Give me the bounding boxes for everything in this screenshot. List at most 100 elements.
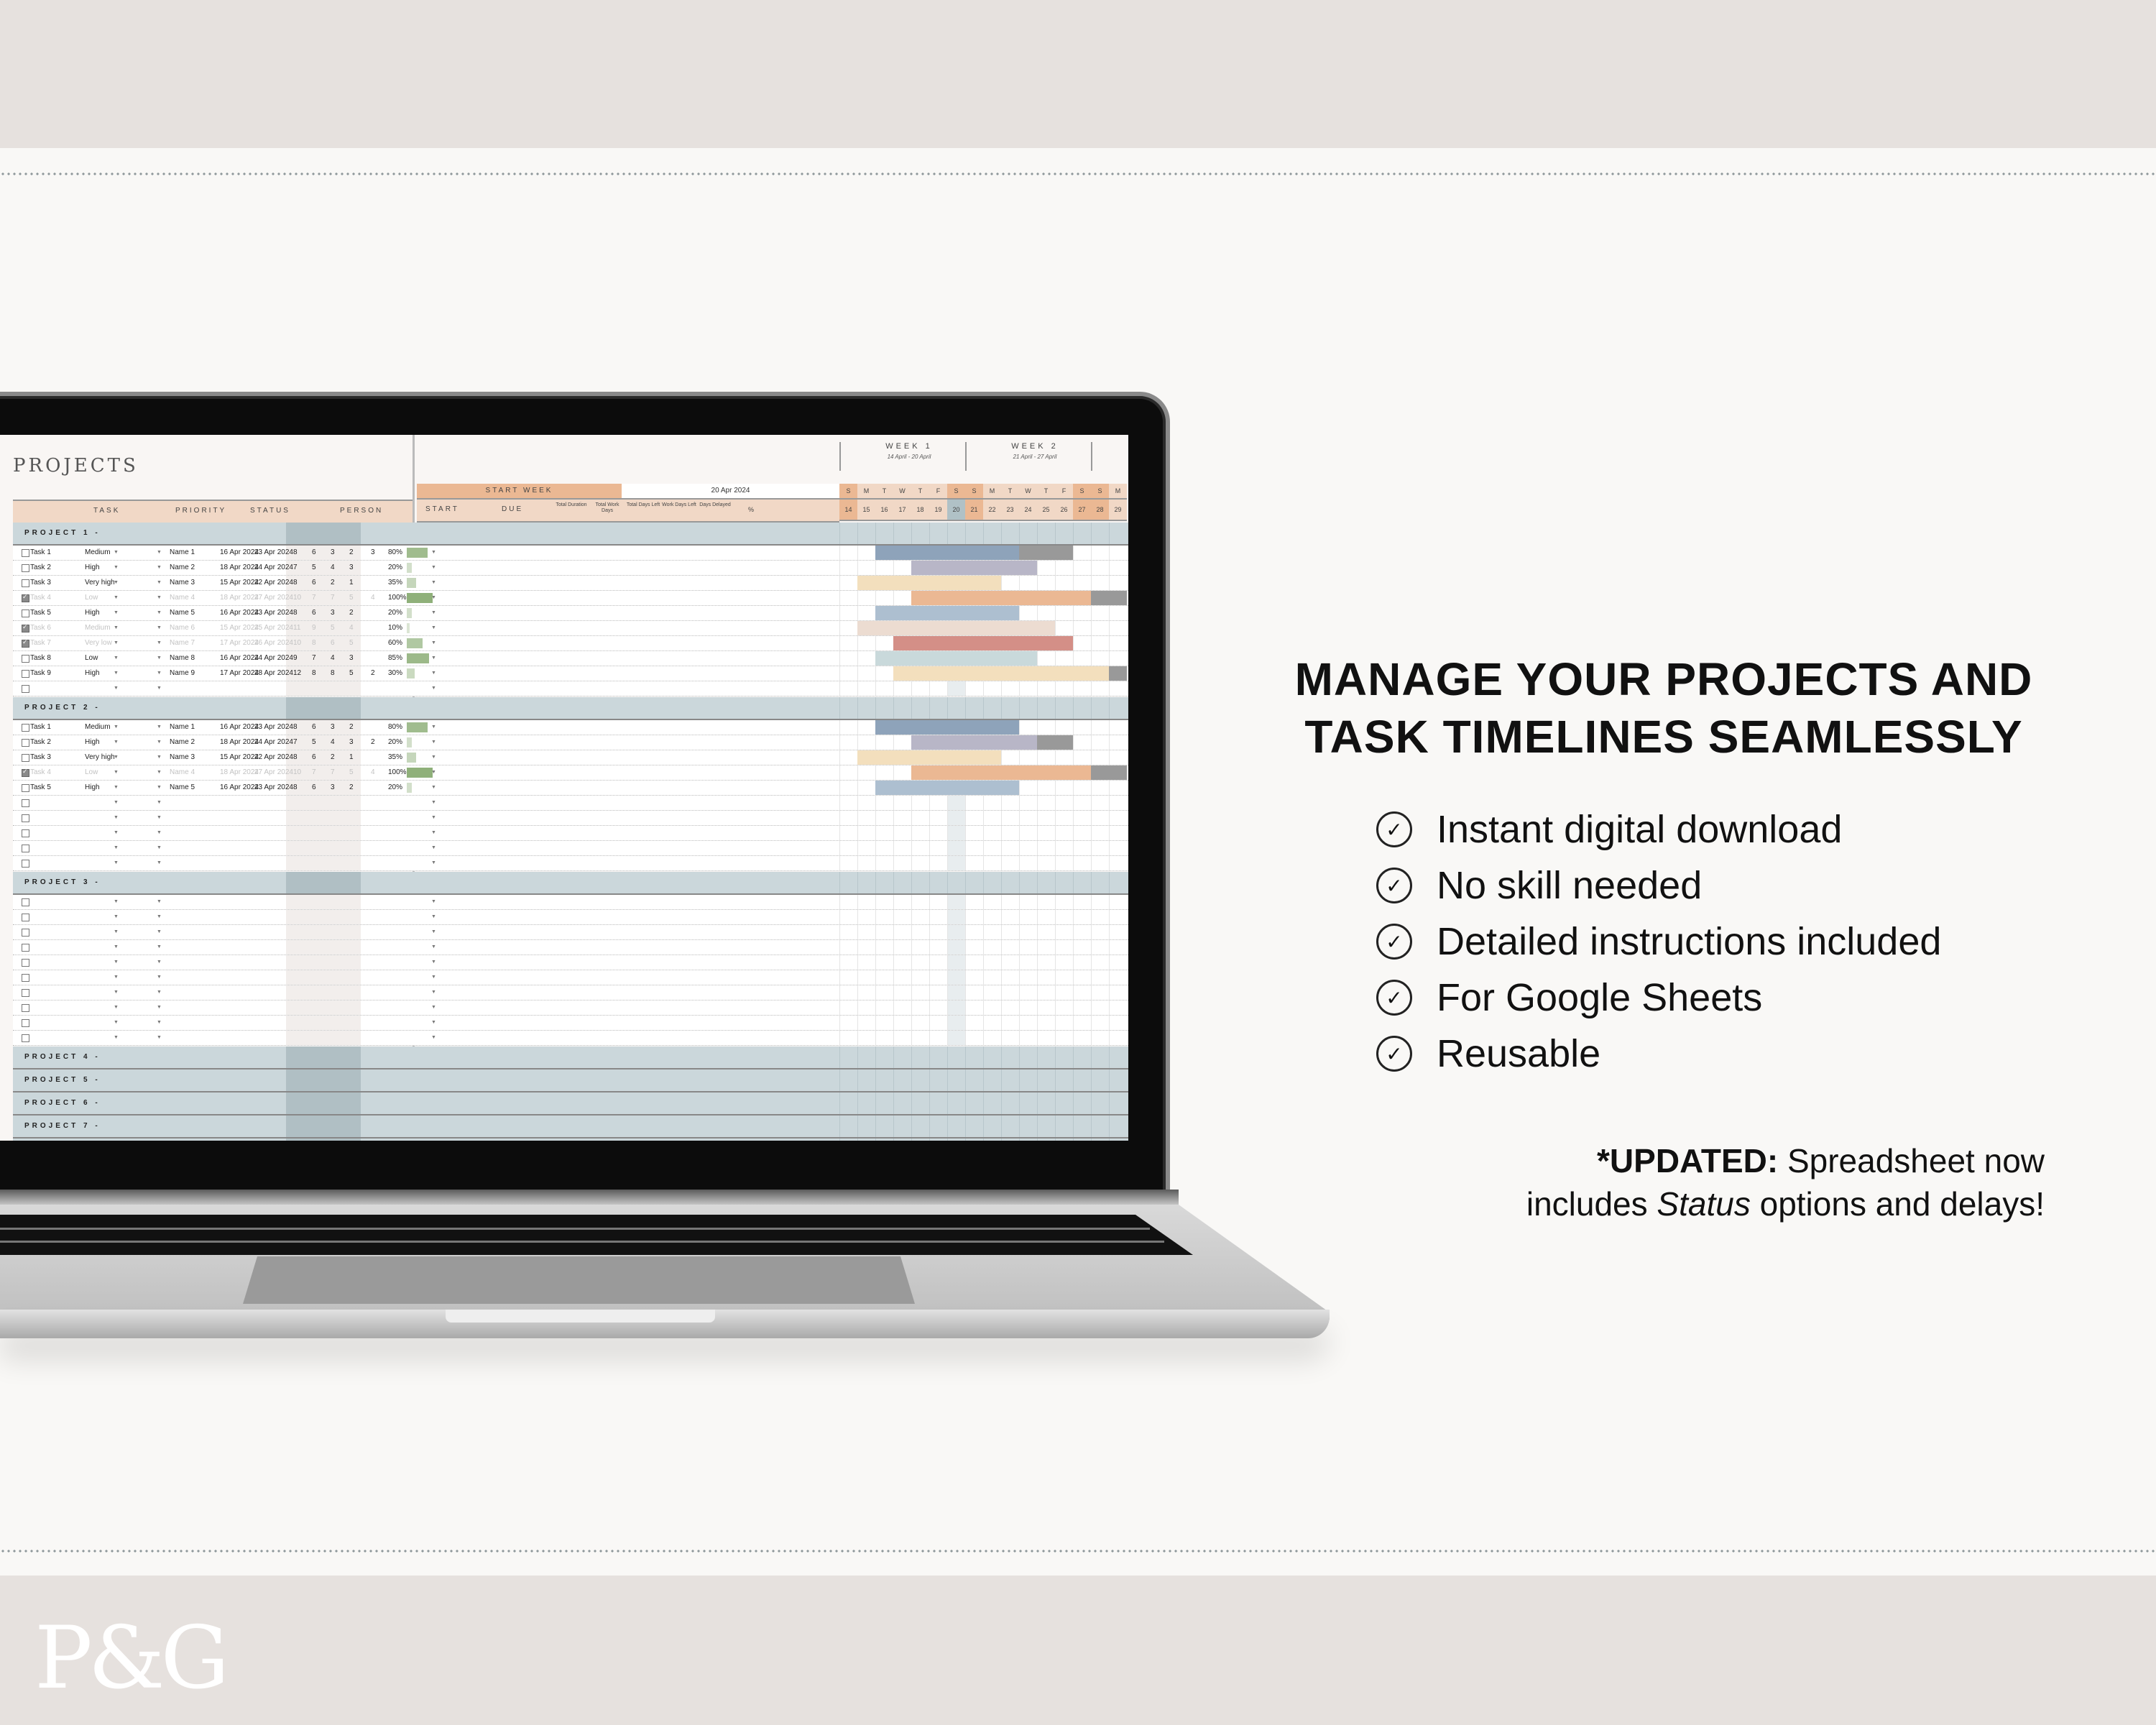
done-checkbox[interactable] [22,814,29,822]
total-duration[interactable]: 8 [293,750,298,765]
priority-value[interactable]: Very low [85,636,112,650]
total-days-left[interactable]: 7 [331,591,335,605]
priority-dropdown-icon[interactable]: ▼ [114,826,119,840]
status-dropdown-icon[interactable]: ▼ [157,796,162,810]
done-checkbox[interactable] [22,739,29,747]
status-dropdown-icon[interactable]: ▼ [157,895,162,909]
due-date[interactable]: 24 Apr 2024 [254,735,293,750]
task-name[interactable]: Task 1 [30,546,51,560]
task-name[interactable]: Task 3 [30,750,51,765]
done-checkbox[interactable] [22,754,29,762]
col-due[interactable]: DUE [502,506,523,513]
gantt-task-bar[interactable] [875,546,1019,560]
status-dropdown-icon[interactable]: ▼ [157,606,162,620]
priority-dropdown-icon[interactable]: ▼ [114,781,119,795]
done-checkbox[interactable] [22,784,29,792]
total-days-left[interactable]: 3 [331,606,335,620]
due-date[interactable]: 23 Apr 2024 [254,720,293,735]
total-duration[interactable]: 7 [293,561,298,575]
total-duration[interactable]: 8 [293,720,298,735]
percent-complete[interactable]: 35% [388,576,402,590]
due-date[interactable]: 23 Apr 2024 [254,781,293,795]
work-days-left[interactable]: 5 [349,591,354,605]
gantt-task-bar[interactable] [893,666,1109,681]
row-menu-icon[interactable]: ▼ [431,735,436,750]
person-name[interactable]: Name 9 [170,666,195,681]
row-menu-icon[interactable]: ▼ [431,910,436,924]
done-checkbox[interactable] [22,549,29,557]
done-checkbox[interactable] [22,829,29,837]
row-menu-icon[interactable]: ▼ [431,606,436,620]
task-name[interactable]: Task 8 [30,651,51,666]
day-number[interactable]: 26 [1055,498,1073,521]
priority-dropdown-icon[interactable]: ▼ [114,591,119,605]
col-task[interactable]: TASK [93,507,120,515]
status-dropdown-icon[interactable]: ▼ [157,591,162,605]
row-menu-icon[interactable]: ▼ [431,955,436,970]
done-checkbox[interactable] [22,1004,29,1012]
priority-dropdown-icon[interactable]: ▼ [114,796,119,810]
day-number[interactable]: 19 [929,498,947,521]
status-dropdown-icon[interactable]: ▼ [157,856,162,870]
status-dropdown-icon[interactable]: ▼ [157,1000,162,1015]
total-days-left[interactable]: 4 [331,561,335,575]
start-date[interactable]: 18 Apr 2024 [220,765,259,780]
start-date[interactable]: 17 Apr 2024 [220,666,259,681]
done-checkbox[interactable] [22,685,29,693]
priority-dropdown-icon[interactable]: ▼ [114,546,119,560]
status-dropdown-icon[interactable]: ▼ [157,925,162,939]
work-days-left[interactable]: 5 [349,636,354,650]
day-number[interactable]: 14 [839,498,857,521]
total-duration[interactable]: 8 [293,546,298,560]
work-days-left[interactable]: 3 [349,651,354,666]
priority-dropdown-icon[interactable]: ▼ [114,765,119,780]
priority-value[interactable]: High [85,735,100,750]
priority-dropdown-icon[interactable]: ▼ [114,940,119,954]
priority-value[interactable]: Low [85,651,98,666]
row-menu-icon[interactable]: ▼ [431,561,436,575]
status-dropdown-icon[interactable]: ▼ [157,811,162,825]
priority-dropdown-icon[interactable]: ▼ [114,681,119,696]
day-number[interactable]: 27 [1073,498,1091,521]
priority-dropdown-icon[interactable]: ▼ [114,856,119,870]
priority-dropdown-icon[interactable]: ▼ [114,1016,119,1030]
total-work-days[interactable]: 7 [312,651,316,666]
project-header-row[interactable]: PROJECT 4 - [13,1046,1128,1070]
total-work-days[interactable]: 6 [312,576,316,590]
person-name[interactable]: Name 4 [170,765,195,780]
status-dropdown-icon[interactable]: ▼ [157,651,162,666]
row-menu-icon[interactable]: ▼ [431,826,436,840]
row-menu-icon[interactable]: ▼ [431,985,436,1000]
row-menu-icon[interactable]: ▼ [431,895,436,909]
status-dropdown-icon[interactable]: ▼ [157,636,162,650]
status-dropdown-icon[interactable]: ▼ [157,750,162,765]
days-delayed[interactable]: 4 [371,591,375,605]
row-menu-icon[interactable]: ▼ [431,856,436,870]
done-checkbox[interactable] [22,623,29,632]
col-total-days-left[interactable]: Total Days Left [625,502,661,508]
status-dropdown-icon[interactable]: ▼ [157,1016,162,1030]
status-dropdown-icon[interactable]: ▼ [157,841,162,855]
total-duration[interactable]: 9 [293,651,298,666]
task-name[interactable]: Task 6 [30,621,51,635]
percent-complete[interactable]: 10% [388,621,402,635]
total-work-days[interactable]: 7 [312,765,316,780]
project-header-row[interactable]: PROJECT 7 - [13,1116,1128,1138]
day-number[interactable]: 28 [1091,498,1109,521]
work-days-left[interactable]: 1 [349,750,354,765]
due-date[interactable]: 25 Apr 2024 [254,621,293,635]
start-date[interactable]: 18 Apr 2024 [220,561,259,575]
row-menu-icon[interactable]: ▼ [431,811,436,825]
total-work-days[interactable]: 6 [312,606,316,620]
priority-value[interactable]: Low [85,591,98,605]
done-checkbox[interactable] [22,898,29,906]
task-name[interactable]: Task 4 [30,765,51,780]
gantt-task-bar[interactable] [911,561,1037,575]
work-days-left[interactable]: 2 [349,606,354,620]
days-delayed[interactable]: 3 [371,546,375,560]
done-checkbox[interactable] [22,638,29,648]
status-dropdown-icon[interactable]: ▼ [157,681,162,696]
col-total-work-days[interactable]: Total Work Days [589,502,625,514]
status-dropdown-icon[interactable]: ▼ [157,621,162,635]
task-name[interactable]: Task 5 [30,606,51,620]
